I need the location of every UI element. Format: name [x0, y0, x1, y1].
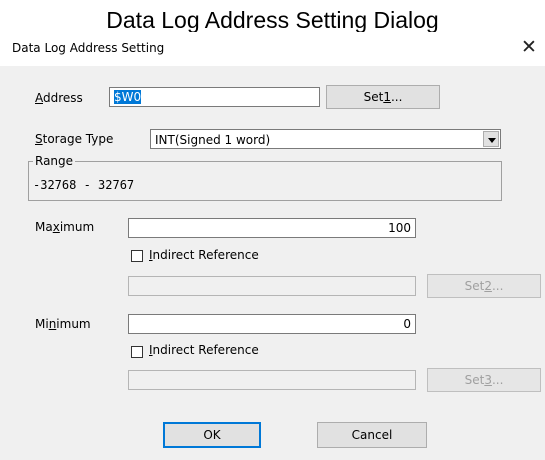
ok-button[interactable]: OK	[163, 422, 261, 448]
set1-button[interactable]: Set1...	[326, 85, 440, 109]
title-bar: Data Log Address Setting ✕	[0, 32, 545, 66]
close-icon[interactable]: ✕	[521, 38, 537, 57]
max-indirect-checkbox[interactable]	[131, 250, 143, 262]
storage-type-label: Storage Type	[35, 132, 114, 146]
set3-button[interactable]: Set3...	[427, 368, 541, 392]
dialog-title: Data Log Address Setting	[12, 41, 165, 55]
minimum-label: Minimum	[35, 317, 91, 331]
minimum-input[interactable]: 0	[128, 314, 416, 334]
address-value: $W0	[114, 90, 142, 104]
data-log-address-dialog: Data Log Address Setting ✕ Address $W0 S…	[0, 32, 545, 460]
max-indirect-label: Indirect Reference	[149, 248, 259, 262]
range-value: -32768 - 32767	[33, 178, 135, 192]
range-legend: Range	[33, 154, 76, 169]
address-input[interactable]: $W0	[109, 87, 320, 107]
set2-button[interactable]: Set2...	[427, 274, 541, 298]
min-indirect-checkbox[interactable]	[131, 346, 143, 358]
max-indirect-input[interactable]	[128, 276, 416, 296]
chevron-down-icon[interactable]	[483, 131, 499, 147]
min-indirect-input[interactable]	[128, 370, 416, 390]
min-indirect-label: Indirect Reference	[149, 343, 259, 357]
cancel-button[interactable]: Cancel	[317, 422, 427, 448]
maximum-input[interactable]: 100	[128, 218, 416, 238]
storage-type-select[interactable]: INT(Signed 1 word)	[150, 129, 501, 149]
address-label: Address	[35, 91, 83, 105]
storage-type-value: INT(Signed 1 word)	[155, 133, 271, 147]
figure-caption: Data Log Address Setting Dialog	[106, 7, 439, 33]
maximum-label: Maximum	[35, 220, 95, 234]
